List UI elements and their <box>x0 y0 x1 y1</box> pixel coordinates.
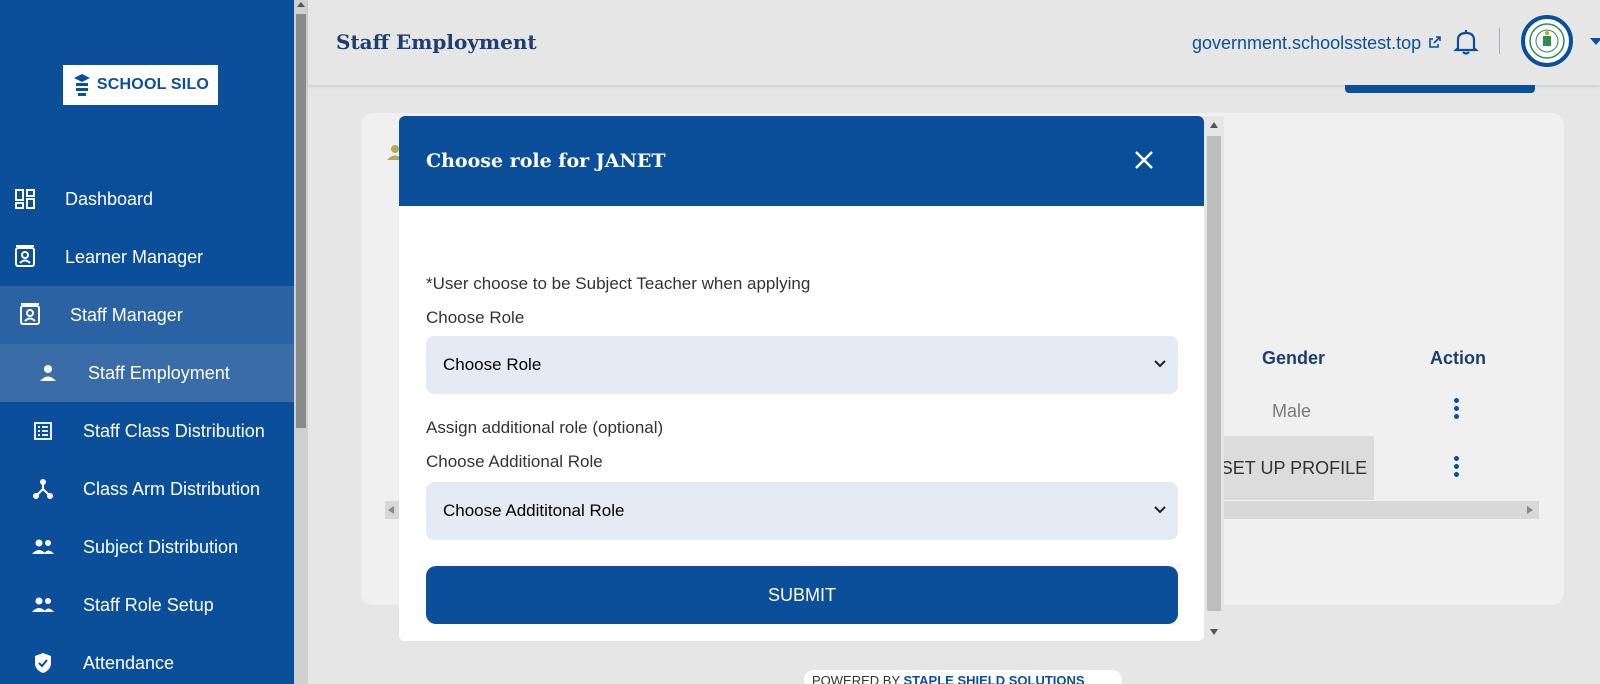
branch-icon <box>31 477 55 501</box>
footer-prefix: POWERED BY <box>812 673 900 684</box>
set-up-profile-cell[interactable]: SET UP PROFILE <box>1214 436 1374 500</box>
choose-role-modal: Choose role for JANET *User choose to be… <box>399 116 1204 641</box>
row-actions-menu-icon[interactable] <box>1453 456 1459 477</box>
external-link-icon[interactable] <box>1428 35 1442 49</box>
sidebar-item-label: Attendance <box>83 652 175 673</box>
add-staff-button[interactable] <box>1345 85 1535 93</box>
modal-header: Choose role for JANET <box>399 116 1204 206</box>
sidebar-item-staff-manager[interactable]: Staff Manager <box>0 286 294 344</box>
choose-additional-role-select[interactable]: Choose Addititonal Role <box>426 482 1178 540</box>
top-header: Staff Employment government.schoolsstest… <box>308 0 1600 85</box>
sidebar-item-subject-distribution[interactable]: Subject Distribution <box>0 518 294 576</box>
contact-card-icon <box>18 303 42 327</box>
list-icon <box>31 419 55 443</box>
sidebar-item-class-arm-distribution[interactable]: Class Arm Distribution <box>0 460 294 518</box>
scroll-up-arrow-icon[interactable] <box>1210 122 1218 128</box>
sidebar-item-staff-employment[interactable]: Staff Employment <box>0 344 294 402</box>
modal-scrollbar[interactable] <box>1204 116 1224 641</box>
shield-check-icon <box>31 651 55 675</box>
chevron-down-icon <box>1154 360 1166 368</box>
notification-bell-icon[interactable] <box>1453 28 1479 56</box>
header-divider <box>1499 28 1500 54</box>
subject-teacher-note: *User choose to be Subject Teacher when … <box>426 274 811 293</box>
school-silo-logo[interactable]: SCHOOL SILO <box>63 65 218 105</box>
column-header-gender[interactable]: Gender <box>1262 348 1325 369</box>
choose-role-label: Choose Role <box>426 308 525 327</box>
logo-text: SCHOOL SILO <box>96 76 210 93</box>
sidebar-item-label: Dashboard <box>65 188 154 209</box>
sidebar-item-staff-role-setup[interactable]: Staff Role Setup <box>0 576 294 634</box>
footer-brand-link[interactable]: STAPLE SHIELD SOLUTIONS <box>904 673 1085 684</box>
scroll-down-arrow-icon[interactable] <box>1210 629 1218 635</box>
scroll-up-arrow-icon[interactable] <box>297 2 305 7</box>
person-icon <box>36 361 60 385</box>
graduation-cap-icon <box>73 74 90 96</box>
additional-role-heading: Assign additional role (optional) <box>426 418 664 437</box>
sidebar-item-label: Staff Role Setup <box>83 594 214 615</box>
chevron-down-icon <box>1154 506 1166 514</box>
scroll-left-arrow-icon[interactable] <box>388 506 394 514</box>
contact-card-icon <box>13 245 37 269</box>
sidebar-item-dashboard[interactable]: Dashboard <box>0 170 294 228</box>
sidebar-item-label: Class Arm Distribution <box>83 478 261 499</box>
modal-title: Choose role for JANET <box>426 150 666 172</box>
table-cell-gender: Male <box>1272 401 1312 421</box>
sidebar-item-label: Subject Distribution <box>83 536 239 557</box>
user-avatar[interactable] <box>1521 15 1573 67</box>
row-actions-menu-icon[interactable] <box>1453 398 1459 419</box>
page-title: Staff Employment <box>336 30 537 54</box>
chevron-down-icon[interactable] <box>1590 38 1600 46</box>
sidebar-item-label: Staff Class Distribution <box>83 420 265 441</box>
sidebar-item-attendance[interactable]: Attendance <box>0 634 294 684</box>
choose-additional-role-label: Choose Additional Role <box>426 452 603 471</box>
sidebar-item-label: Learner Manager <box>65 246 204 267</box>
column-header-action: Action <box>1430 348 1486 368</box>
footer-powered-by: POWERED BY STAPLE SHIELD SOLUTIONS <box>804 670 1122 684</box>
close-icon[interactable] <box>1134 150 1154 170</box>
sidebar-item-staff-class-distribution[interactable]: Staff Class Distribution <box>0 402 294 460</box>
choose-role-select-value: Choose Role <box>443 355 542 374</box>
school-domain-link[interactable]: government.schoolsstest.top <box>1192 33 1421 54</box>
sidebar: SCHOOL SILO Dashboard Learner Manager St… <box>0 0 294 684</box>
scrollbar-thumb[interactable] <box>1207 136 1221 611</box>
choose-role-select[interactable]: Choose Role <box>426 336 1178 394</box>
sidebar-item-label: Staff Employment <box>88 362 230 383</box>
people-icon <box>31 535 55 559</box>
scroll-right-arrow-icon[interactable] <box>1527 506 1533 514</box>
sidebar-scrollbar[interactable] <box>294 0 308 684</box>
sidebar-item-label: Staff Manager <box>70 304 183 325</box>
dashboard-icon <box>13 187 37 211</box>
school-seal-icon <box>1529 23 1565 59</box>
people-icon <box>31 593 55 617</box>
scrollbar-thumb[interactable] <box>296 14 306 428</box>
sidebar-item-learner-manager[interactable]: Learner Manager <box>0 228 294 286</box>
submit-button[interactable]: SUBMIT <box>426 566 1178 624</box>
choose-additional-role-select-value: Choose Addititonal Role <box>443 501 625 520</box>
